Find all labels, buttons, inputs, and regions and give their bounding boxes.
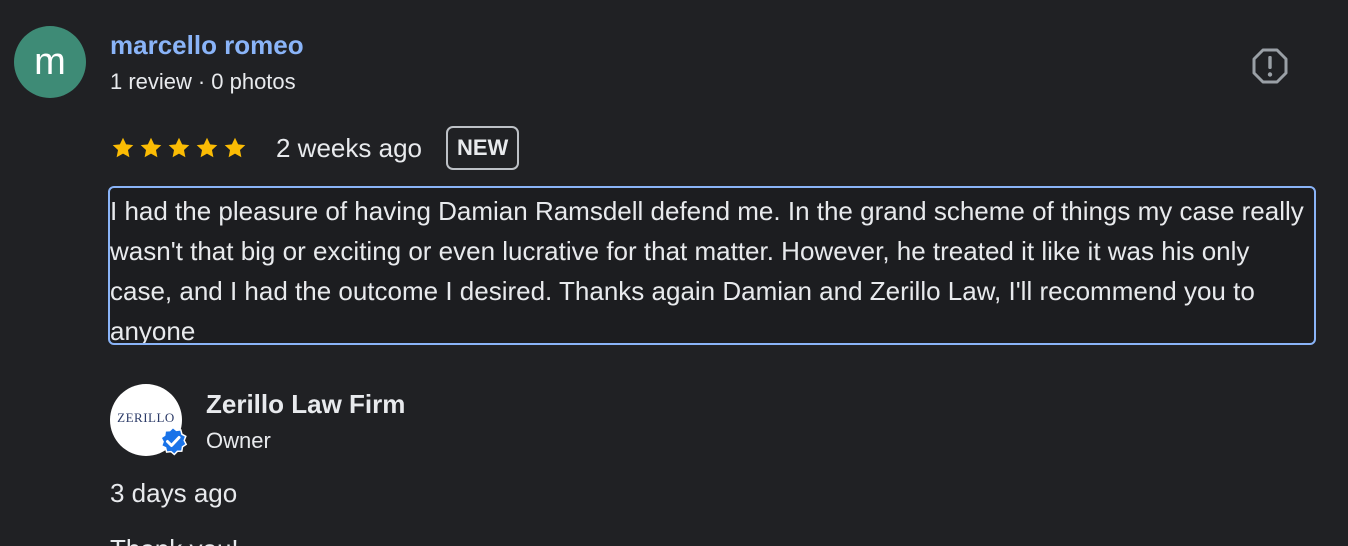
star-icon [196,137,218,158]
reviewer-meta: 1 review · 0 photos [110,69,296,95]
review-text: I had the pleasure of having Damian Rams… [108,186,1316,345]
review-card: m marcello romeo 1 review · 0 photos 2 wee… [0,0,1348,546]
star-icon [168,137,190,158]
owner-role: Owner [206,428,271,453]
star-icon [112,137,134,158]
star-icon [224,137,246,158]
meta-separator: · [197,69,206,94]
owner-name: Zerillo Law Firm [206,389,406,419]
reviewer-name-link[interactable]: marcello romeo [110,30,304,61]
rating-row: 2 weeks ago NEW [110,124,520,172]
review-date: 2 weeks ago [276,132,422,163]
avatar-letter: m [34,40,66,83]
owner-reply-date: 3 days ago [110,478,238,508]
new-badge: NEW [445,126,520,170]
reviewer-avatar[interactable]: m [14,26,86,98]
star-icon [140,137,162,158]
owner-logo: ZERILLO [117,410,175,425]
star-rating [110,135,248,161]
owner-reply-text: Thank you! [110,534,239,546]
report-flag-icon[interactable] [1250,46,1290,86]
review-count: 1 review [110,69,192,94]
verified-check-icon [160,426,188,456]
photo-count: 0 photos [211,69,296,94]
